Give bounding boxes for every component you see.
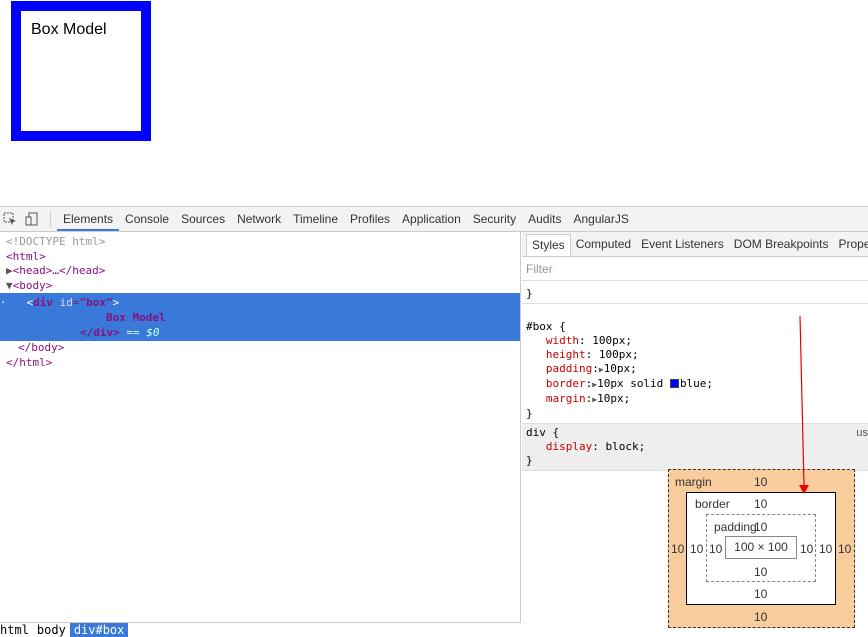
annotation-arrow-icon: [799, 315, 809, 494]
